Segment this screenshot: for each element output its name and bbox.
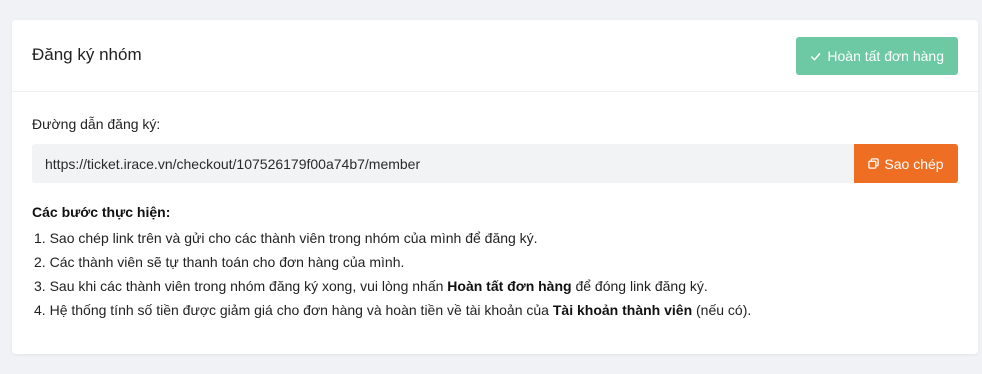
step-item: 1. Sao chép link trên và gửi cho các thà… xyxy=(32,226,958,250)
step-item: 3. Sau khi các thành viên trong nhóm đăn… xyxy=(32,274,958,298)
copy-icon xyxy=(868,158,880,169)
card-body: Đường dẫn đăng ký: https://ticket.irace.… xyxy=(12,92,978,322)
registration-link-field[interactable]: https://ticket.irace.vn/checkout/1075261… xyxy=(32,144,854,183)
step-number: 1. xyxy=(34,230,46,246)
step-text: Các thành viên sẽ tự thanh toán cho đơn … xyxy=(49,254,405,270)
step-text: Sau khi các thành viên trong nhóm đăng k… xyxy=(49,278,448,294)
step-text: Hệ thống tính số tiền được giảm giá cho … xyxy=(49,302,553,318)
step-item: 4. Hệ thống tính số tiền được giảm giá c… xyxy=(32,298,958,322)
copy-button-label: Sao chép xyxy=(884,155,944,172)
card-header: Đăng ký nhóm Hoàn tất đơn hàng xyxy=(12,20,978,92)
step-number: 4. xyxy=(34,302,46,318)
group-registration-card: Đăng ký nhóm Hoàn tất đơn hàng Đường dẫn… xyxy=(12,20,978,354)
step-number: 2. xyxy=(34,254,46,270)
registration-link-label: Đường dẫn đăng ký: xyxy=(32,116,161,132)
step-text: (nếu có). xyxy=(692,302,752,318)
copy-button[interactable]: Sao chép xyxy=(854,144,958,183)
check-icon xyxy=(810,51,821,62)
step-bold-text: Tài khoản thành viên xyxy=(552,302,693,318)
step-bold-text: Hoàn tất đơn hàng xyxy=(447,278,572,294)
steps-list: 1. Sao chép link trên và gửi cho các thà… xyxy=(32,226,958,322)
step-text: Sao chép link trên và gửi cho các thành … xyxy=(49,230,538,246)
step-number: 3. xyxy=(34,278,46,294)
steps-title: Các bước thực hiện: xyxy=(32,204,171,220)
step-text: để đóng link đăng ký. xyxy=(571,278,708,294)
complete-order-label: Hoàn tất đơn hàng xyxy=(827,48,944,64)
complete-order-button[interactable]: Hoàn tất đơn hàng xyxy=(796,37,958,75)
card-title: Đăng ký nhóm xyxy=(32,45,142,64)
step-item: 2. Các thành viên sẽ tự thanh toán cho đ… xyxy=(32,250,958,274)
registration-link-row: https://ticket.irace.vn/checkout/1075261… xyxy=(32,144,958,183)
